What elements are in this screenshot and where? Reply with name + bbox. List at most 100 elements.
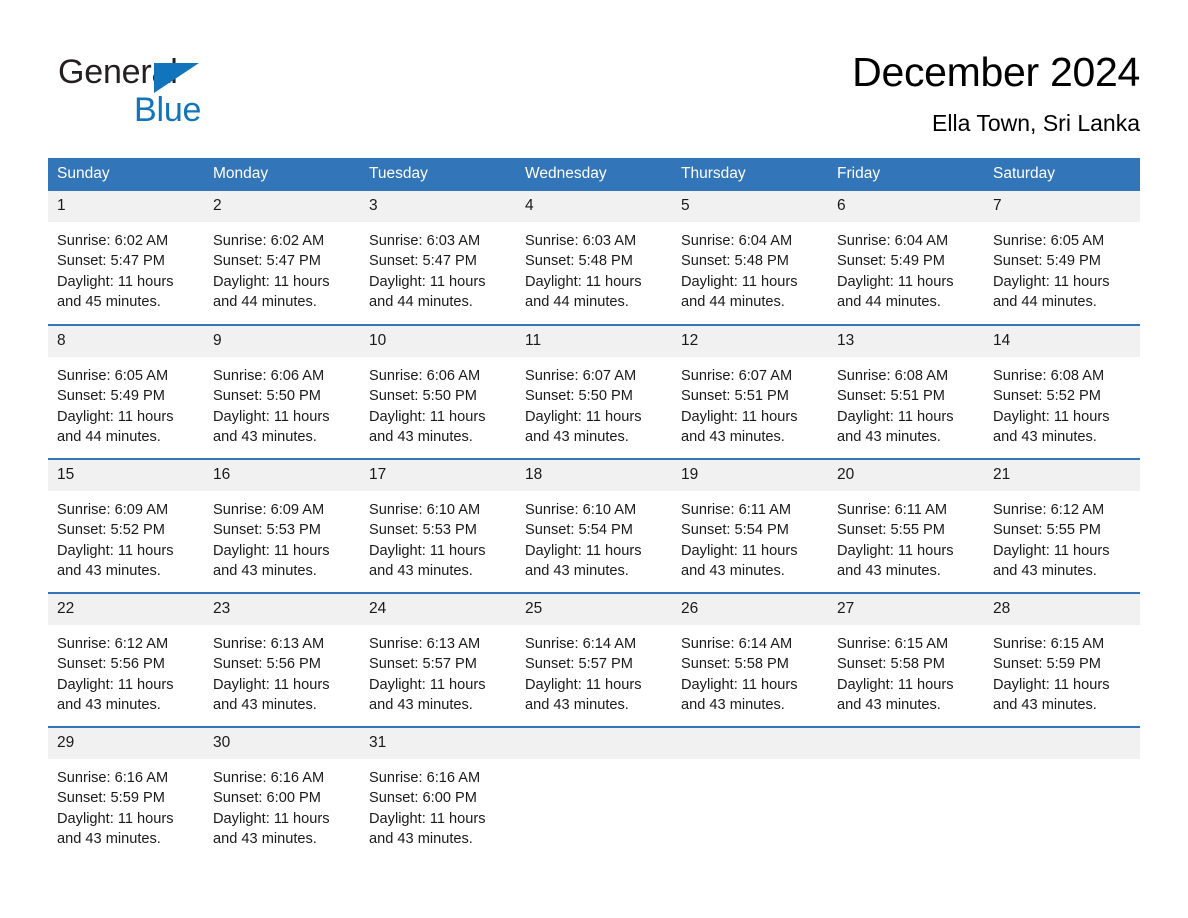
day-number: 7 [984,191,1140,222]
daylight-text-line1: Daylight: 11 hours [369,273,486,290]
day-details: Sunrise: 6:14 AM Sunset: 5:58 PM Dayligh… [672,625,828,715]
day-cell[interactable]: 24 Sunrise: 6:13 AM Sunset: 5:57 PM Dayl… [360,592,516,727]
generalblue-logo[interactable]: General Blue [58,52,258,130]
daylight-text-line1: Daylight: 11 hours [993,273,1110,290]
sunrise-text: Sunrise: 6:08 AM [993,368,1105,384]
daylight-text-line1: Daylight: 11 hours [837,273,954,290]
daylight-text-line1: Daylight: 11 hours [681,408,798,425]
weekday-header-friday: Friday [828,158,984,191]
day-number: 13 [828,326,984,357]
day-cell-empty [516,726,672,861]
day-number: 6 [828,191,984,222]
day-cell[interactable]: 2 Sunrise: 6:02 AM Sunset: 5:47 PM Dayli… [204,191,360,325]
day-cell[interactable]: 12 Sunrise: 6:07 AM Sunset: 5:51 PM Dayl… [672,324,828,459]
day-number: 5 [672,191,828,222]
day-number: 24 [360,594,516,625]
day-number: 18 [516,460,672,491]
day-cell[interactable]: 21 Sunrise: 6:12 AM Sunset: 5:55 PM Dayl… [984,458,1140,593]
day-cell[interactable]: 3 Sunrise: 6:03 AM Sunset: 5:47 PM Dayli… [360,191,516,325]
day-number: 2 [204,191,360,222]
day-cell-empty [828,726,984,861]
day-number: 1 [48,191,204,222]
day-cell[interactable]: 11 Sunrise: 6:07 AM Sunset: 5:50 PM Dayl… [516,324,672,459]
day-number: 27 [828,594,984,625]
day-cell[interactable]: 20 Sunrise: 6:11 AM Sunset: 5:55 PM Dayl… [828,458,984,593]
day-number: 3 [360,191,516,222]
week-row: 1 Sunrise: 6:02 AM Sunset: 5:47 PM Dayli… [48,191,1140,325]
daylight-text-line2: and 44 minutes. [993,293,1097,310]
sunrise-text: Sunrise: 6:14 AM [681,636,793,652]
day-number: 10 [360,326,516,357]
day-details: Sunrise: 6:08 AM Sunset: 5:51 PM Dayligh… [828,357,984,447]
daylight-text-line2: and 43 minutes. [57,562,161,579]
day-number: 8 [48,326,204,357]
sunset-text: Sunset: 5:48 PM [525,253,633,270]
day-cell[interactable]: 6 Sunrise: 6:04 AM Sunset: 5:49 PM Dayli… [828,191,984,325]
sunrise-text: Sunrise: 6:15 AM [837,636,949,652]
day-cell[interactable]: 29 Sunrise: 6:16 AM Sunset: 5:59 PM Dayl… [48,726,204,861]
day-cell[interactable]: 26 Sunrise: 6:14 AM Sunset: 5:58 PM Dayl… [672,592,828,727]
daylight-text-line2: and 43 minutes. [681,428,785,445]
day-cell[interactable]: 9 Sunrise: 6:06 AM Sunset: 5:50 PM Dayli… [204,324,360,459]
weekday-header-tuesday: Tuesday [360,158,516,191]
day-number [516,728,672,759]
week-row: 15 Sunrise: 6:09 AM Sunset: 5:52 PM Dayl… [48,458,1140,593]
day-cell[interactable]: 13 Sunrise: 6:08 AM Sunset: 5:51 PM Dayl… [828,324,984,459]
day-details [516,759,672,768]
sunset-text: Sunset: 5:50 PM [525,388,633,405]
day-number: 19 [672,460,828,491]
day-cell[interactable]: 25 Sunrise: 6:14 AM Sunset: 5:57 PM Dayl… [516,592,672,727]
sunset-text: Sunset: 5:53 PM [369,522,477,539]
daylight-text-line1: Daylight: 11 hours [57,273,174,290]
sunrise-text: Sunrise: 6:11 AM [837,502,948,518]
day-cell[interactable]: 15 Sunrise: 6:09 AM Sunset: 5:52 PM Dayl… [48,458,204,593]
day-cell[interactable]: 22 Sunrise: 6:12 AM Sunset: 5:56 PM Dayl… [48,592,204,727]
day-cell-empty [984,726,1140,861]
daylight-text-line2: and 43 minutes. [213,562,317,579]
day-number: 29 [48,728,204,759]
sunrise-text: Sunrise: 6:07 AM [681,368,793,384]
day-details: Sunrise: 6:04 AM Sunset: 5:49 PM Dayligh… [828,222,984,312]
sunset-text: Sunset: 5:48 PM [681,253,789,270]
day-cell[interactable]: 14 Sunrise: 6:08 AM Sunset: 5:52 PM Dayl… [984,324,1140,459]
sunrise-text: Sunrise: 6:03 AM [369,233,481,249]
day-cell[interactable]: 30 Sunrise: 6:16 AM Sunset: 6:00 PM Dayl… [204,726,360,861]
sunrise-text: Sunrise: 6:09 AM [57,502,169,518]
daylight-text-line2: and 43 minutes. [525,696,629,713]
day-cell[interactable]: 7 Sunrise: 6:05 AM Sunset: 5:49 PM Dayli… [984,191,1140,325]
day-cell[interactable]: 16 Sunrise: 6:09 AM Sunset: 5:53 PM Dayl… [204,458,360,593]
day-cell[interactable]: 10 Sunrise: 6:06 AM Sunset: 5:50 PM Dayl… [360,324,516,459]
daylight-text-line2: and 44 minutes. [369,293,473,310]
sunset-text: Sunset: 5:47 PM [57,253,165,270]
week-row: 22 Sunrise: 6:12 AM Sunset: 5:56 PM Dayl… [48,592,1140,727]
day-cell[interactable]: 31 Sunrise: 6:16 AM Sunset: 6:00 PM Dayl… [360,726,516,861]
sunrise-text: Sunrise: 6:05 AM [993,233,1105,249]
sunrise-text: Sunrise: 6:04 AM [837,233,949,249]
sunset-text: Sunset: 5:49 PM [57,388,165,405]
day-number: 16 [204,460,360,491]
sunset-text: Sunset: 5:52 PM [993,388,1101,405]
day-cell-empty [672,726,828,861]
daylight-text-line1: Daylight: 11 hours [525,676,642,693]
day-cell[interactable]: 5 Sunrise: 6:04 AM Sunset: 5:48 PM Dayli… [672,191,828,325]
day-cell[interactable]: 8 Sunrise: 6:05 AM Sunset: 5:49 PM Dayli… [48,324,204,459]
sunset-text: Sunset: 5:54 PM [681,522,789,539]
day-cell[interactable]: 1 Sunrise: 6:02 AM Sunset: 5:47 PM Dayli… [48,191,204,325]
day-cell[interactable]: 28 Sunrise: 6:15 AM Sunset: 5:59 PM Dayl… [984,592,1140,727]
sunrise-text: Sunrise: 6:15 AM [993,636,1105,652]
sunset-text: Sunset: 5:49 PM [993,253,1101,270]
daylight-text-line2: and 43 minutes. [837,696,941,713]
day-cell[interactable]: 4 Sunrise: 6:03 AM Sunset: 5:48 PM Dayli… [516,191,672,325]
day-cell[interactable]: 18 Sunrise: 6:10 AM Sunset: 5:54 PM Dayl… [516,458,672,593]
daylight-text-line2: and 43 minutes. [525,562,629,579]
weekday-header-sunday: Sunday [48,158,204,191]
day-details: Sunrise: 6:11 AM Sunset: 5:55 PM Dayligh… [828,491,984,581]
day-cell[interactable]: 19 Sunrise: 6:11 AM Sunset: 5:54 PM Dayl… [672,458,828,593]
sunrise-text: Sunrise: 6:16 AM [57,770,169,786]
daylight-text-line2: and 43 minutes. [525,428,629,445]
day-cell[interactable]: 27 Sunrise: 6:15 AM Sunset: 5:58 PM Dayl… [828,592,984,727]
day-cell[interactable]: 23 Sunrise: 6:13 AM Sunset: 5:56 PM Dayl… [204,592,360,727]
day-cell[interactable]: 17 Sunrise: 6:10 AM Sunset: 5:53 PM Dayl… [360,458,516,593]
sunrise-text: Sunrise: 6:09 AM [213,502,325,518]
weekday-header-saturday: Saturday [984,158,1140,191]
